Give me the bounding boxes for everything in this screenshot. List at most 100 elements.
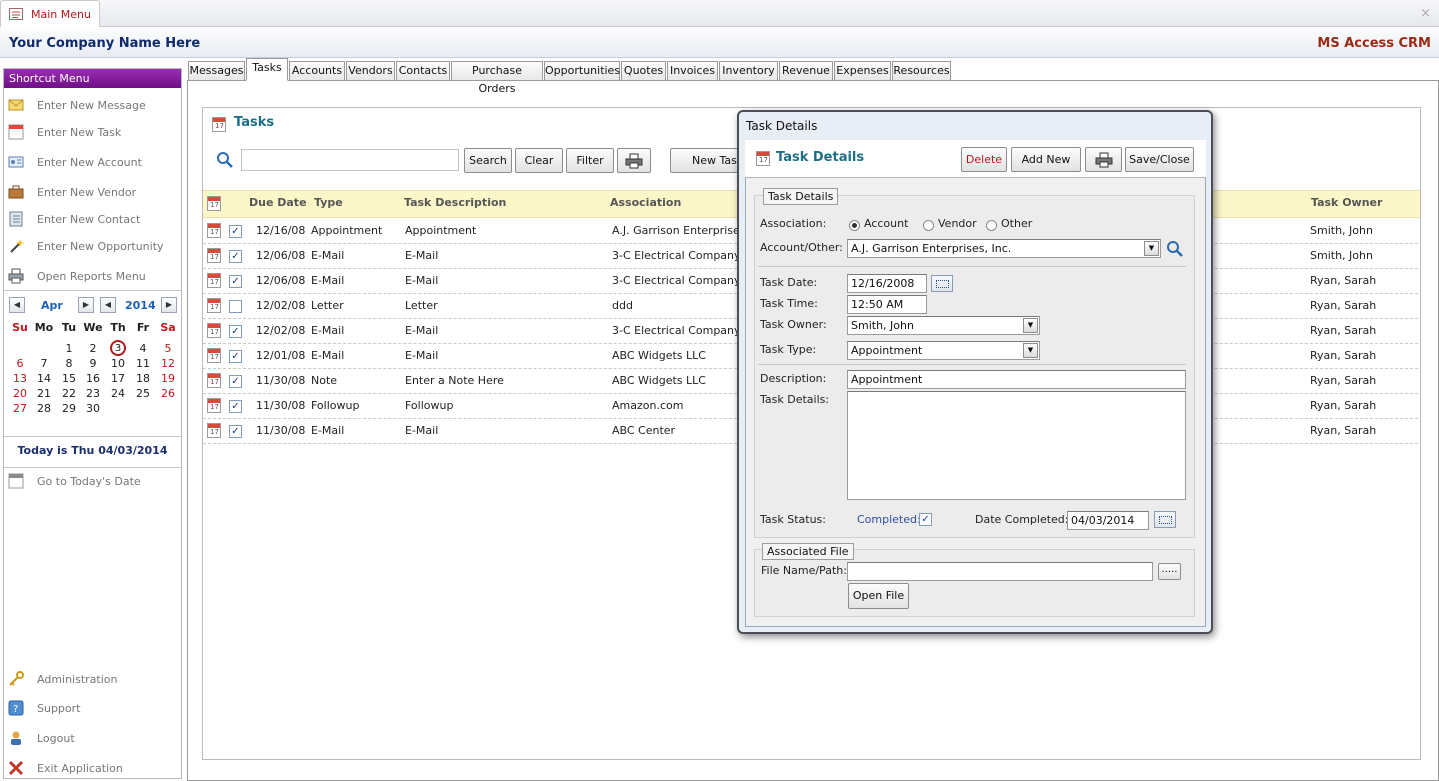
- calendar-day[interactable]: 23: [81, 387, 105, 400]
- sidebar-item-new-account[interactable]: Enter New Account: [6, 152, 178, 174]
- browse-button[interactable]: .....: [1158, 563, 1181, 580]
- tab-inventory[interactable]: Inventory: [719, 61, 778, 80]
- tab-messages[interactable]: Messages: [188, 61, 245, 80]
- tab-resources[interactable]: Resources: [892, 61, 951, 80]
- calendar-day[interactable]: 1: [57, 342, 81, 355]
- tab-tasks[interactable]: Tasks: [246, 58, 288, 81]
- file-path-input[interactable]: [847, 562, 1153, 581]
- task-owner-select[interactable]: Smith, John ▼: [847, 316, 1040, 335]
- chevron-down-icon[interactable]: ▼: [1023, 343, 1038, 358]
- next-year-button[interactable]: ▶: [161, 297, 177, 313]
- calendar-day[interactable]: 3: [110, 340, 126, 356]
- calendar-day[interactable]: 20: [8, 387, 32, 400]
- delete-button[interactable]: Delete: [961, 147, 1007, 172]
- filter-button[interactable]: Filter: [566, 148, 614, 173]
- main-menu-tab[interactable]: Main Menu: [0, 0, 100, 27]
- tab-invoices[interactable]: Invoices: [667, 61, 718, 80]
- row-checkbox[interactable]: ✓: [229, 275, 242, 288]
- col-type[interactable]: Type: [314, 196, 343, 209]
- calendar-day[interactable]: 12: [156, 357, 180, 370]
- next-month-button[interactable]: ▶: [78, 297, 94, 313]
- tab-opportunities[interactable]: Opportunities: [544, 61, 620, 80]
- search-button[interactable]: Search: [464, 148, 512, 173]
- calendar-day[interactable]: 17: [106, 372, 130, 385]
- row-checkbox[interactable]: [229, 300, 242, 313]
- radio-account[interactable]: [849, 220, 860, 231]
- calendar-day[interactable]: 9: [81, 357, 105, 370]
- account-other-select[interactable]: A.J. Garrison Enterprises, Inc. ▼: [847, 239, 1161, 258]
- tab-vendors[interactable]: Vendors: [346, 61, 395, 80]
- calendar-day[interactable]: 24: [106, 387, 130, 400]
- tab-purchase-orders[interactable]: Purchase Orders: [451, 61, 543, 95]
- calendar-day[interactable]: 15: [57, 372, 81, 385]
- calendar-day[interactable]: 16: [81, 372, 105, 385]
- calendar-picker-icon[interactable]: [1154, 511, 1176, 528]
- sidebar-item-open-reports[interactable]: Open Reports Menu: [6, 266, 178, 288]
- calendar-day[interactable]: 27: [8, 402, 32, 415]
- sidebar-item-new-vendor[interactable]: Enter New Vendor: [6, 182, 178, 204]
- calendar-day[interactable]: 21: [32, 387, 56, 400]
- tab-quotes[interactable]: Quotes: [621, 61, 666, 80]
- calendar-day[interactable]: 18: [131, 372, 155, 385]
- go-to-today-button[interactable]: Go to Today's Date: [6, 471, 178, 493]
- calendar-day[interactable]: 22: [57, 387, 81, 400]
- calendar-day[interactable]: 13: [8, 372, 32, 385]
- row-checkbox[interactable]: ✓: [229, 325, 242, 338]
- task-details-textarea[interactable]: [847, 391, 1186, 500]
- task-time-input[interactable]: 12:50 AM: [847, 295, 927, 314]
- col-due-date[interactable]: Due Date: [249, 196, 307, 209]
- print-button[interactable]: [617, 148, 651, 173]
- calendar-picker-icon[interactable]: [931, 275, 953, 292]
- calendar-day[interactable]: 25: [131, 387, 155, 400]
- tab-expenses[interactable]: Expenses: [834, 61, 891, 80]
- calendar-day[interactable]: 2: [81, 342, 105, 355]
- row-checkbox[interactable]: ✓: [229, 250, 242, 263]
- col-association[interactable]: Association: [610, 196, 681, 209]
- prev-year-button[interactable]: ◀: [100, 297, 116, 313]
- task-date-input[interactable]: 12/16/2008: [847, 274, 927, 293]
- row-checkbox[interactable]: ✓: [229, 400, 242, 413]
- sidebar-item-new-message[interactable]: Enter New Message: [6, 95, 178, 117]
- tab-contacts[interactable]: Contacts: [396, 61, 450, 80]
- calendar-day[interactable]: 8: [57, 357, 81, 370]
- row-checkbox[interactable]: ✓: [229, 350, 242, 363]
- sidebar-item-new-contact[interactable]: Enter New Contact: [6, 209, 178, 231]
- calendar-day[interactable]: 26: [156, 387, 180, 400]
- calendar-day[interactable]: 11: [131, 357, 155, 370]
- calendar-day[interactable]: 14: [32, 372, 56, 385]
- description-input[interactable]: Appointment: [847, 370, 1186, 389]
- calendar-day[interactable]: 30: [81, 402, 105, 415]
- chevron-down-icon[interactable]: ▼: [1144, 241, 1159, 256]
- prev-month-button[interactable]: ◀: [9, 297, 25, 313]
- search-icon[interactable]: [1166, 240, 1184, 258]
- sidebar-item-new-task[interactable]: Enter New Task: [6, 122, 178, 144]
- calendar-day[interactable]: 10: [106, 357, 130, 370]
- dialog-print-button[interactable]: [1085, 147, 1122, 172]
- calendar-day[interactable]: 5: [156, 342, 180, 355]
- row-checkbox[interactable]: ✓: [229, 425, 242, 438]
- calendar-day[interactable]: 29: [57, 402, 81, 415]
- date-completed-input[interactable]: 04/03/2014: [1067, 511, 1149, 530]
- save-close-button[interactable]: Save/Close: [1125, 147, 1194, 172]
- open-file-button[interactable]: Open File: [848, 583, 909, 609]
- calendar-day[interactable]: 6: [8, 357, 32, 370]
- add-new-button[interactable]: Add New: [1011, 147, 1081, 172]
- task-type-select[interactable]: Appointment ▼: [847, 341, 1040, 360]
- row-checkbox[interactable]: ✓: [229, 225, 242, 238]
- chevron-down-icon[interactable]: ▼: [1023, 318, 1038, 333]
- tab-accounts[interactable]: Accounts: [289, 61, 345, 80]
- col-description[interactable]: Task Description: [404, 196, 506, 209]
- tab-revenue[interactable]: Revenue: [779, 61, 833, 80]
- radio-other[interactable]: [986, 220, 997, 231]
- col-task-owner[interactable]: Task Owner: [1311, 196, 1382, 209]
- sidebar-item-support[interactable]: ? Support: [6, 698, 178, 720]
- radio-vendor[interactable]: [923, 220, 934, 231]
- sidebar-item-new-opportunity[interactable]: Enter New Opportunity: [6, 236, 178, 258]
- close-icon[interactable]: ×: [1420, 6, 1431, 21]
- search-input[interactable]: [241, 149, 459, 171]
- sidebar-item-exit[interactable]: Exit Application: [6, 758, 178, 780]
- row-checkbox[interactable]: ✓: [229, 375, 242, 388]
- sidebar-item-logout[interactable]: Logout: [6, 728, 178, 750]
- calendar-day[interactable]: 28: [32, 402, 56, 415]
- calendar-day[interactable]: 19: [156, 372, 180, 385]
